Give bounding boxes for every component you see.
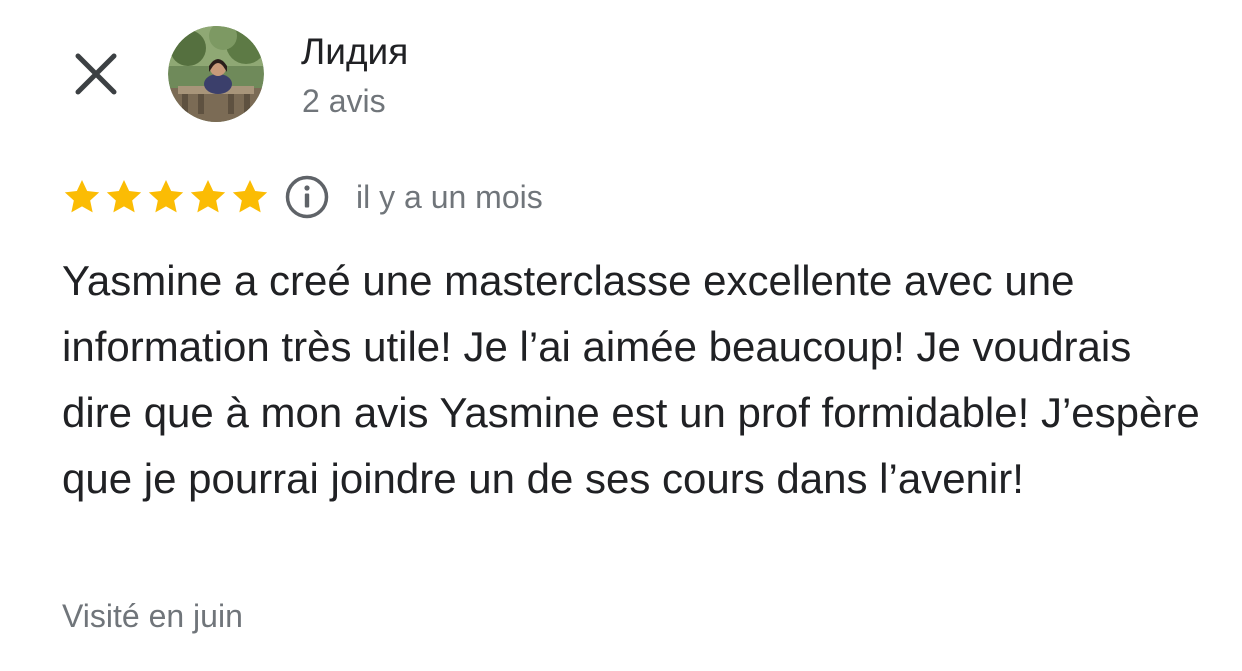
review-date: il y a un mois xyxy=(356,178,543,215)
review-text: Yasmine a creé une masterclasse excellen… xyxy=(62,257,1200,502)
avatar-photo xyxy=(168,26,264,122)
author-review-count: 2 avis xyxy=(302,83,386,119)
info-icon[interactable] xyxy=(284,174,330,220)
rating-row: il y a un mois xyxy=(62,174,543,220)
star-icon xyxy=(190,180,226,213)
visit-note: Visité en juin xyxy=(62,598,243,634)
close-button[interactable] xyxy=(60,38,132,110)
star-icon xyxy=(148,180,184,213)
author-name[interactable]: Лидия xyxy=(301,30,408,74)
star-rating xyxy=(62,177,272,217)
close-icon xyxy=(75,53,117,95)
star-icon xyxy=(64,180,100,213)
star-icon xyxy=(106,180,142,213)
avatar[interactable] xyxy=(168,26,264,122)
star-icon xyxy=(232,180,268,213)
